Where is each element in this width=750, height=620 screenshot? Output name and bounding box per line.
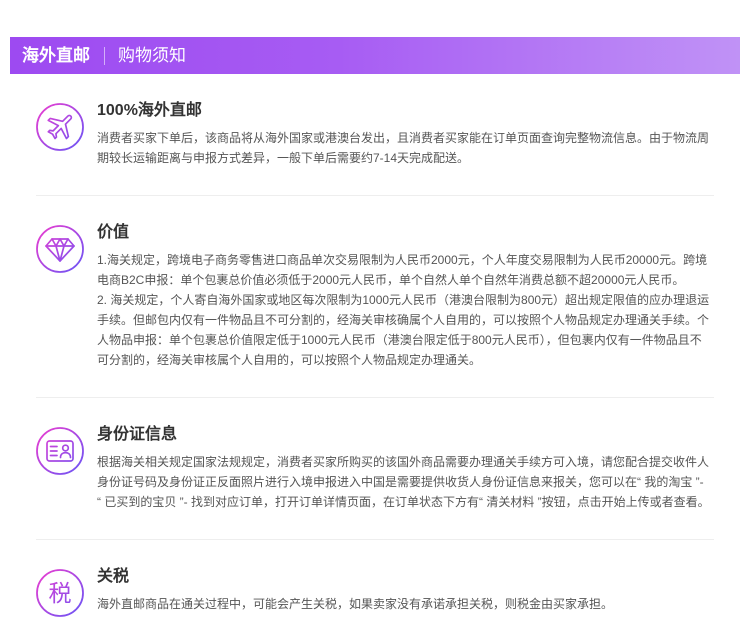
header-subtitle: 购物须知 [118, 45, 186, 65]
section-title: 关税 [97, 568, 130, 585]
id-card-icon [36, 427, 84, 475]
notice-section-direct-mail: 100%海外直邮 消费者买家下单后，该商品将从海外国家或港澳台发出，且消费者买家… [36, 74, 714, 195]
tax-character: 税 [49, 581, 72, 607]
section-body: 消费者买家下单后，该商品将从海外国家或港澳台发出，且消费者买家能在订单页面查询完… [97, 128, 714, 168]
body-line: 电商B2C申报：单个包裹总价值必须低于2000元人民币，单个自然人单个自然年消费… [97, 273, 685, 287]
id-card-icon-wrapper [36, 427, 84, 475]
header-title: 海外直邮 [22, 45, 90, 65]
notice-section-id-info: 身份证信息 根据海关相关规定国家法规规定，消费者买家所购买的该国外商品需要办理通… [36, 398, 714, 539]
body-line: 可分割的，经海关审核属个人自用的，可以按照个人物品规定办理通关。 [97, 353, 482, 367]
body-line: 1.海关规定，跨境电子商务零售进口商品单次交易限制为人民币2000元，个人年度交… [97, 253, 708, 267]
section-body: 海外直邮商品在通关过程中，可能会产生关税，如果卖家没有承诺承担关税，则税金由买家… [97, 594, 714, 614]
diamond-icon-wrapper [36, 225, 84, 273]
notice-list: 100%海外直邮 消费者买家下单后，该商品将从海外国家或港澳台发出，且消费者买家… [36, 74, 714, 617]
body-line: 海外直邮商品在通关过程中，可能会产生关税，如果卖家没有承诺承担关税，则税金由买家… [97, 597, 614, 611]
body-line: 2. 海关规定，个人寄自海外国家或地区每次限制为1000元人民币（港澳台限制为8… [97, 293, 710, 307]
airplane-icon [36, 103, 84, 151]
section-body: 1.海关规定，跨境电子商务零售进口商品单次交易限制为人民币2000元，个人年度交… [97, 250, 714, 370]
section-title: 身份证信息 [97, 426, 178, 443]
page-header: 海外直邮 购物须知 [10, 37, 740, 74]
body-line: 人物品申报：单个包裹总价值限定低于1000元人民币（港澳台限定低于800元人民币… [97, 333, 702, 347]
section-title: 100%海外直邮 [97, 102, 202, 119]
body-line: 身份证号码及身份证正反面照片进行入境申报进入中国是需要提供收货人身份证信息来报关… [97, 475, 704, 489]
body-line: 消费者买家下单后，该商品将从海外国家或港澳台发出，且消费者买家能在订单页面查询完… [97, 131, 710, 145]
tax-character-icon-wrapper: 税 [36, 569, 84, 617]
tax-character-icon: 税 [36, 569, 84, 617]
diamond-icon [36, 225, 84, 273]
airplane-icon-wrapper [36, 103, 84, 151]
section-title: 价值 [97, 224, 130, 241]
body-line: 手续。但邮包内仅有一件物品且不可分割的，经海关审核确属个人自用的，可以按照个人物… [97, 313, 710, 327]
section-body: 根据海关相关规定国家法规规定，消费者买家所购买的该国外商品需要办理通关手续方可入… [97, 452, 714, 512]
header-divider [104, 46, 105, 65]
notice-section-tariff: 税 关税 海外直邮商品在通关过程中，可能会产生关税，如果卖家没有承诺承担关税，则… [36, 540, 714, 617]
body-line: 根据海关相关规定国家法规规定，消费者买家所购买的该国外商品需要办理通关手续方可入… [97, 455, 710, 469]
body-line: “ 已买到的宝贝 ”- 找到对应订单，打开订单详情页面，在订单状态下方有“ 清关… [97, 495, 710, 509]
notice-section-value: 价值 1.海关规定，跨境电子商务零售进口商品单次交易限制为人民币2000元，个人… [36, 196, 714, 397]
body-line: 期较长运输距离与申报方式差异，一般下单后需要约7-14天完成配送。 [97, 151, 470, 165]
